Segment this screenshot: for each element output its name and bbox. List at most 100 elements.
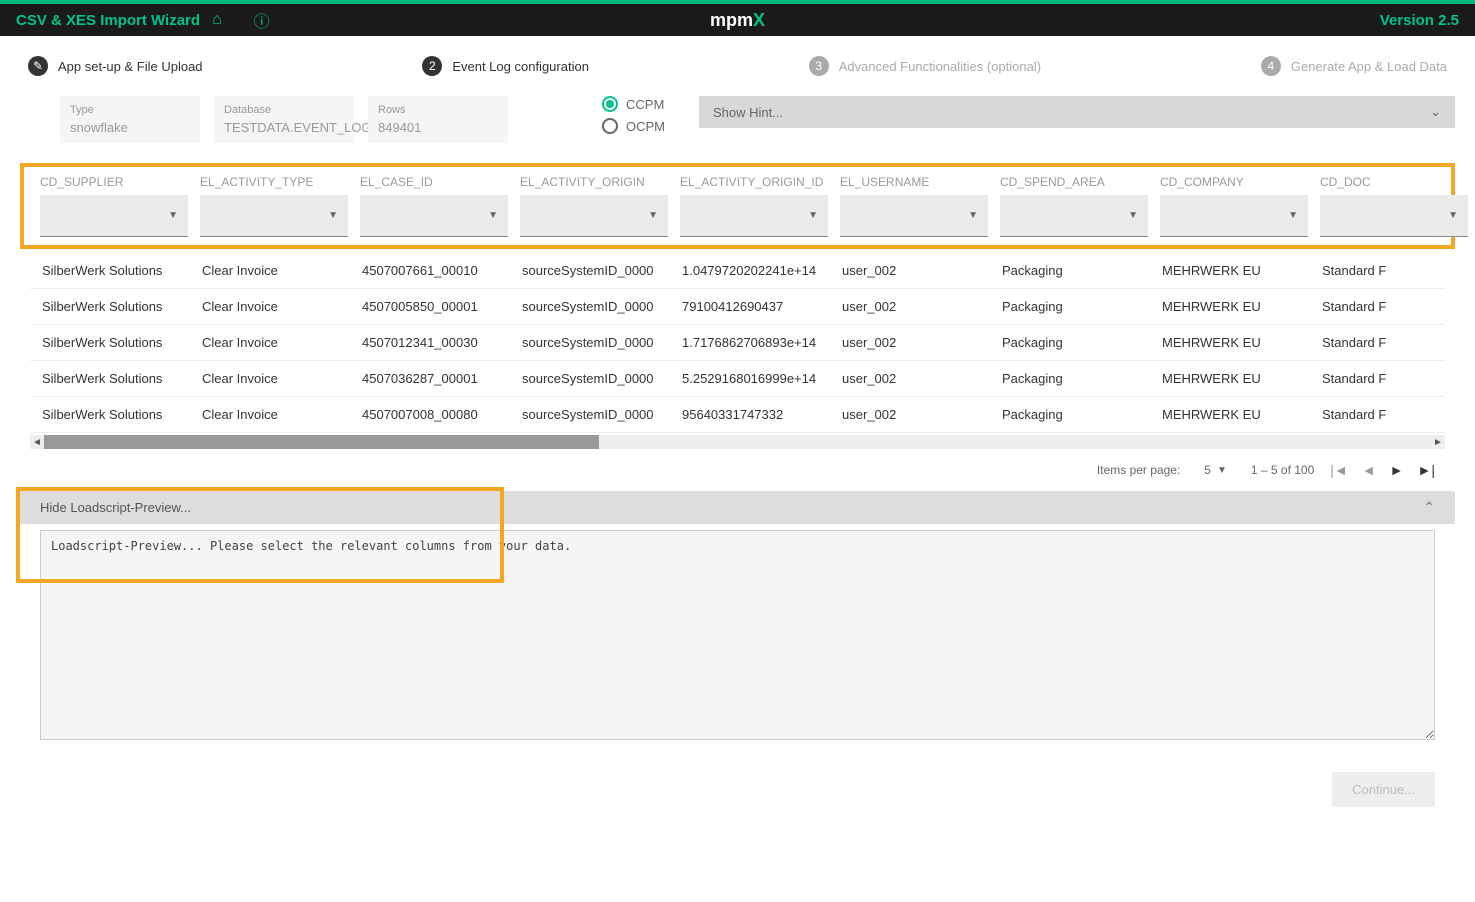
column-name: CD_DOC [1320, 175, 1468, 189]
column-header: EL_USERNAME ▼ [834, 175, 994, 237]
chevron-down-icon: ▼ [488, 210, 498, 221]
table-row: SilberWerk SolutionsClear Invoice4507007… [30, 397, 1445, 433]
column-mapping-select[interactable]: ▼ [1320, 195, 1468, 237]
table-cell: SilberWerk Solutions [30, 397, 190, 432]
column-mapping-highlight: CD_SUPPLIER ▼ EL_ACTIVITY_TYPE ▼ EL_CASE… [20, 163, 1455, 249]
meta-rows-label: Rows [378, 104, 498, 116]
chevron-down-icon: ▼ [648, 210, 658, 221]
scroll-thumb[interactable] [44, 435, 599, 449]
radio-ocpm-label: OCPM [626, 119, 665, 134]
table-cell: user_002 [830, 253, 990, 288]
table-cell: user_002 [830, 289, 990, 324]
table-cell: MEHRWERK EU [1150, 325, 1310, 360]
column-name: EL_ACTIVITY_TYPE [200, 175, 348, 189]
table-cell: 1.7176862706893e+14 [670, 325, 830, 360]
page-prev-icon[interactable]: ◄ [1362, 462, 1376, 478]
column-mapping-select[interactable]: ▼ [680, 195, 828, 237]
radio-ocpm-icon [602, 118, 618, 134]
page-first-icon[interactable]: |◄ [1330, 462, 1348, 478]
table-cell: Packaging [990, 253, 1150, 288]
column-header: CD_COMPANY ▼ [1154, 175, 1314, 237]
home-icon[interactable]: ⌂ [212, 11, 222, 29]
logo: mpmX [710, 10, 765, 31]
column-name: EL_CASE_ID [360, 175, 508, 189]
column-mapping-select[interactable]: ▼ [1000, 195, 1148, 237]
table-cell: user_002 [830, 397, 990, 432]
chevron-down-icon: ▼ [1448, 210, 1458, 221]
hint-expander[interactable]: Show Hint... ⌄ [699, 96, 1455, 128]
step-2[interactable]: 2 Event Log configuration [422, 56, 589, 76]
column-mapping-select[interactable]: ▼ [840, 195, 988, 237]
radio-ocpm[interactable]: OCPM [602, 118, 665, 134]
column-mapping-select[interactable]: ▼ [40, 195, 188, 237]
items-per-page-select[interactable]: 5 ▼ [1196, 459, 1235, 481]
table-cell: Standard F [1310, 361, 1470, 396]
items-per-page-value: 5 [1204, 463, 1211, 477]
step-4[interactable]: 4 Generate App & Load Data [1261, 56, 1447, 76]
column-mapping-select[interactable]: ▼ [200, 195, 348, 237]
column-name: EL_USERNAME [840, 175, 988, 189]
logo-accent: X [753, 10, 765, 30]
table-row: SilberWerk SolutionsClear Invoice4507005… [30, 289, 1445, 325]
column-mapping-select[interactable]: ▼ [520, 195, 668, 237]
column-name: EL_ACTIVITY_ORIGIN_ID [680, 175, 828, 189]
table-cell: SilberWerk Solutions [30, 289, 190, 324]
page-last-icon[interactable]: ►| [1418, 462, 1436, 478]
column-header: CD_SUPPLIER ▼ [34, 175, 194, 237]
page-next-icon[interactable]: ► [1390, 462, 1404, 478]
table-row: SilberWerk SolutionsClear Invoice4507012… [30, 325, 1445, 361]
continue-button[interactable]: Continue... [1332, 772, 1435, 807]
table-cell: 5.2529168016999e+14 [670, 361, 830, 396]
radio-ccpm-label: CCPM [626, 97, 664, 112]
hint-label: Show Hint... [713, 105, 783, 120]
top-bar: CSV & XES Import Wizard ⌂ ⓘ mpmX Version… [0, 0, 1475, 36]
column-mapping-select[interactable]: ▼ [1160, 195, 1308, 237]
table-cell: 95640331747332 [670, 397, 830, 432]
step-1[interactable]: ✎ App set-up & File Upload [28, 56, 203, 76]
meta-type-value: snowflake [70, 120, 190, 135]
step-4-label: Generate App & Load Data [1291, 59, 1447, 74]
meta-type-label: Type [70, 104, 190, 116]
radio-ccpm-icon [602, 96, 618, 112]
column-mapping-select[interactable]: ▼ [360, 195, 508, 237]
chevron-down-icon: ▼ [1217, 465, 1227, 476]
chevron-down-icon: ⌄ [1430, 104, 1441, 120]
table-cell: Packaging [990, 325, 1150, 360]
table-cell: MEHRWERK EU [1150, 289, 1310, 324]
scroll-right-icon[interactable]: ► [1431, 437, 1445, 448]
horizontal-scrollbar[interactable]: ◄ ► [30, 435, 1445, 449]
table-cell: SilberWerk Solutions [30, 361, 190, 396]
scroll-left-icon[interactable]: ◄ [30, 437, 44, 448]
table-cell: sourceSystemID_0000 [510, 361, 670, 396]
chevron-up-icon: ⌃ [1423, 499, 1435, 516]
table-cell: 4507007661_00010 [350, 253, 510, 288]
table-cell: MEHRWERK EU [1150, 361, 1310, 396]
table-cell: Standard F [1310, 289, 1470, 324]
chevron-down-icon: ▼ [808, 210, 818, 221]
table-cell: Clear Invoice [190, 289, 350, 324]
chevron-down-icon: ▼ [328, 210, 338, 221]
table-cell: Clear Invoice [190, 325, 350, 360]
radio-ccpm[interactable]: CCPM [602, 96, 665, 112]
column-header: EL_ACTIVITY_ORIGIN ▼ [514, 175, 674, 237]
column-header: CD_DOC ▼ [1314, 175, 1474, 237]
column-header: EL_ACTIVITY_ORIGIN_ID ▼ [674, 175, 834, 237]
column-name: CD_SUPPLIER [40, 175, 188, 189]
column-header: EL_CASE_ID ▼ [354, 175, 514, 237]
table-cell: MEHRWERK EU [1150, 397, 1310, 432]
table-row: SilberWerk SolutionsClear Invoice4507007… [30, 253, 1445, 289]
meta-type: Type snowflake [60, 96, 200, 143]
chevron-down-icon: ▼ [968, 210, 978, 221]
table-cell: sourceSystemID_0000 [510, 397, 670, 432]
logo-text: mpm [710, 10, 753, 30]
wizard-stepper: ✎ App set-up & File Upload 2 Event Log c… [20, 56, 1455, 76]
step-2-label: Event Log configuration [452, 59, 589, 74]
step-3[interactable]: 3 Advanced Functionalities (optional) [809, 56, 1041, 76]
chevron-down-icon: ▼ [1128, 210, 1138, 221]
table-cell: Clear Invoice [190, 253, 350, 288]
table-cell: 4507005850_00001 [350, 289, 510, 324]
loadscript-highlight [16, 487, 504, 583]
table-cell: user_002 [830, 325, 990, 360]
meta-database: Database TESTDATA.EVENT_LOGS. [214, 96, 354, 143]
info-icon[interactable]: ⓘ [254, 8, 270, 32]
